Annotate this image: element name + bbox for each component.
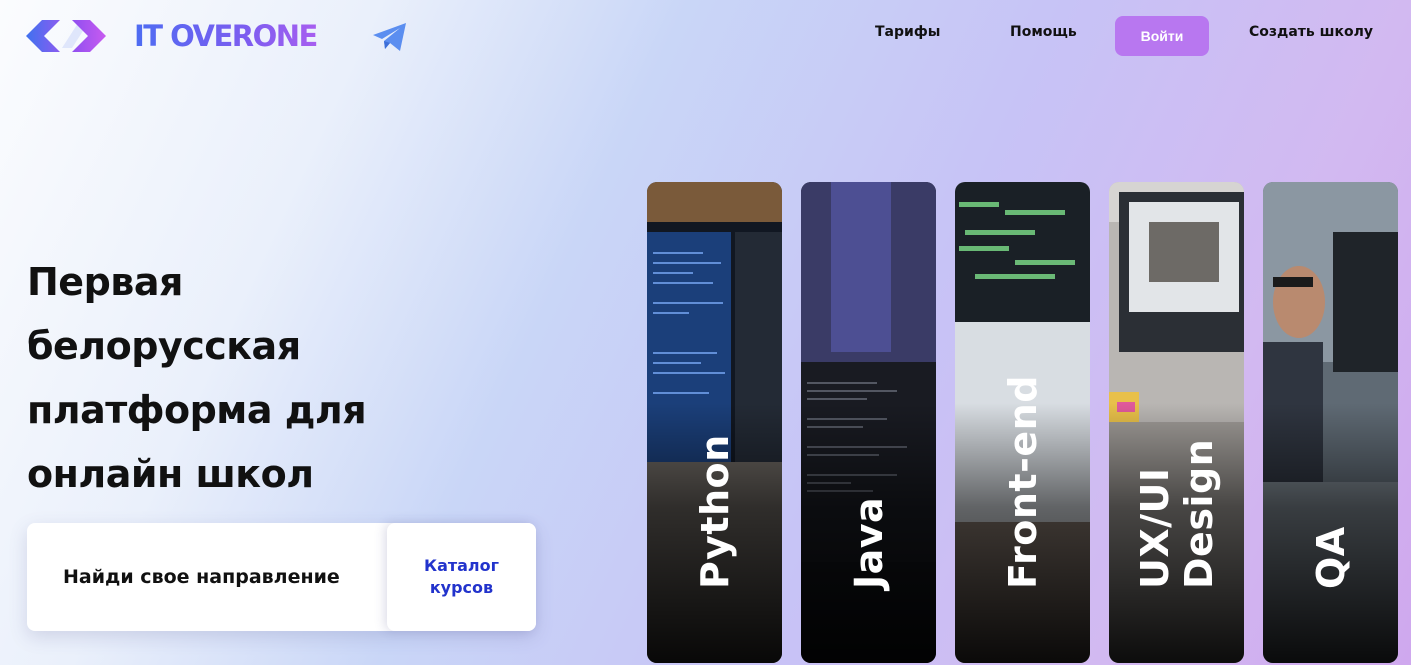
logo-link[interactable]: IT OVERONE xyxy=(26,16,318,56)
logo-icon xyxy=(26,20,106,52)
hero-headline: Первая белорусская платформа для онлайн … xyxy=(27,250,427,506)
hero-line: Первая xyxy=(27,260,183,304)
course-card-label: Front-end xyxy=(1000,375,1045,589)
create-school-link[interactable]: Создать школу xyxy=(1249,24,1373,40)
course-card-java[interactable]: Java xyxy=(801,182,936,663)
direction-search-card: Найди свое направление Каталог курсов xyxy=(27,523,536,631)
course-card-label: QA xyxy=(1308,526,1353,589)
course-card-qa[interactable]: QA xyxy=(1263,182,1398,663)
nav-link-pricing[interactable]: Тарифы xyxy=(875,24,940,40)
course-card-frontend[interactable]: Front-end xyxy=(955,182,1090,663)
nav-link-help[interactable]: Помощь xyxy=(1010,24,1077,40)
site-header: IT OVERONE Тарифы Помощь Войти Создать ш… xyxy=(0,0,1411,76)
course-card-python[interactable]: Python xyxy=(647,182,782,663)
course-cards: Python Java Front-end UX/UI Design QA xyxy=(647,182,1398,663)
course-card-label: UX/UI Design xyxy=(1132,438,1221,589)
course-catalog-button[interactable]: Каталог курсов xyxy=(387,523,536,631)
logo-text: IT OVERONE xyxy=(134,19,318,53)
course-card-label: Python xyxy=(692,434,737,589)
login-button[interactable]: Войти xyxy=(1115,16,1209,56)
direction-prompt[interactable]: Найди свое направление xyxy=(63,523,340,631)
hero-line: платформа для xyxy=(27,388,367,432)
telegram-icon[interactable] xyxy=(372,22,408,52)
course-card-label: Java xyxy=(846,496,891,589)
hero-line: белорусская xyxy=(27,324,301,368)
hero-line: онлайн школ xyxy=(27,452,314,496)
course-card-uxui[interactable]: UX/UI Design xyxy=(1109,182,1244,663)
